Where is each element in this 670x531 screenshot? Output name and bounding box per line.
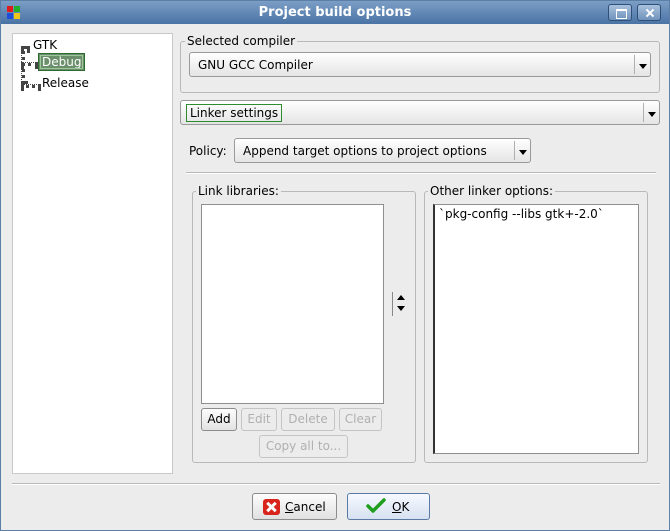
- cancel-icon: [263, 499, 280, 515]
- cancel-button[interactable]: Cancel: [252, 493, 337, 520]
- settings-category-value: Linker settings: [186, 104, 283, 122]
- chevron-down-icon: [634, 55, 650, 74]
- arrow-down-icon[interactable]: [397, 306, 405, 311]
- tree-item-release[interactable]: Release: [42, 76, 89, 90]
- link-libraries-list[interactable]: [201, 204, 384, 404]
- close-button[interactable]: [637, 4, 661, 21]
- other-linker-options-text: `pkg-config --libs gtk+-2.0`: [439, 207, 604, 221]
- policy-select[interactable]: Append target options to project options: [234, 138, 531, 163]
- cancel-button-label: Cancel: [285, 500, 326, 514]
- reorder-spinner[interactable]: [392, 292, 406, 316]
- tree-connector: [21, 62, 38, 66]
- tree-item-gtk[interactable]: GTK: [33, 38, 57, 52]
- chevron-down-icon: [643, 103, 659, 122]
- ok-button-label: OK: [392, 500, 409, 514]
- settings-category-select[interactable]: Linker settings: [180, 100, 660, 125]
- policy-select-value: Append target options to project options: [243, 144, 487, 158]
- separator: [12, 483, 660, 485]
- clear-libraries-button[interactable]: Clear: [339, 408, 382, 431]
- other-linker-options-label: Other linker options:: [428, 184, 556, 198]
- targets-tree[interactable]: GTK Debug Release: [12, 33, 173, 474]
- add-library-button[interactable]: Add: [201, 408, 237, 431]
- link-libraries-label: Link libraries:: [196, 184, 281, 198]
- maximize-button[interactable]: [608, 4, 632, 21]
- copy-all-to-button[interactable]: Copy all to...: [259, 435, 348, 458]
- compiler-select-value: GNU GCC Compiler: [198, 58, 313, 72]
- selected-compiler-label: Selected compiler: [185, 34, 298, 48]
- ok-label-rest: K: [401, 500, 410, 514]
- delete-library-button[interactable]: Delete: [281, 408, 335, 431]
- edit-library-button[interactable]: Edit: [241, 408, 277, 431]
- compiler-select[interactable]: GNU GCC Compiler: [189, 52, 651, 77]
- policy-label: Policy:: [189, 144, 227, 158]
- ok-button[interactable]: OK: [347, 493, 430, 520]
- other-linker-options-textarea[interactable]: `pkg-config --libs gtk+-2.0`: [433, 204, 639, 454]
- cancel-label-rest: ancel: [293, 500, 326, 514]
- tree-connector: [21, 46, 30, 50]
- arrow-up-icon[interactable]: [397, 295, 405, 300]
- project-build-options-dialog: Project build options GTK Debug Release …: [0, 0, 670, 531]
- tree-connector: [21, 84, 41, 88]
- check-icon: [366, 498, 386, 513]
- tree-item-debug[interactable]: Debug: [38, 53, 86, 71]
- chevron-down-icon: [514, 141, 530, 160]
- window-title: Project build options: [258, 5, 412, 20]
- title-bar[interactable]: Project build options: [1, 1, 669, 24]
- separator: [186, 172, 656, 174]
